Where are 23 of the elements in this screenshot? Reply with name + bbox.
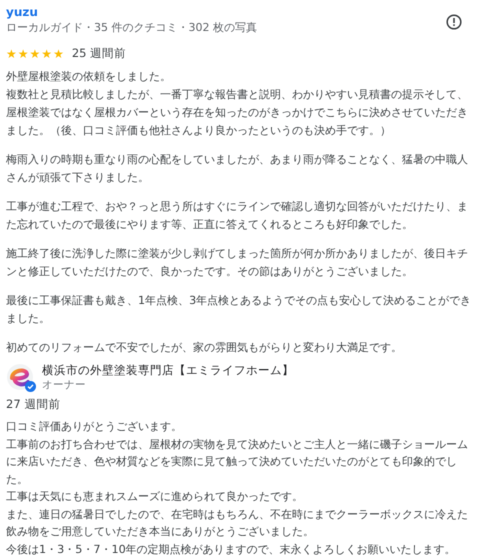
review-paragraph: 最後に工事保証書も戴き、1年点検、3年点検とあるようでその点も安心して決めることができました。 [6, 293, 472, 327]
reviewer-name[interactable]: yuzu [6, 4, 257, 20]
review-paragraph: 工事が進む工程で、おや？っと思う所はすぐにラインで確認し適切な回答がいただけたり、また忘れていたので最後にやります等、正直に答えてくれるところも好印象でした。 [6, 199, 469, 233]
star-icon: ★ [30, 48, 40, 60]
reply-paragraph: 工事前のお打ち合わせでは、屋根材の実物を見て決めたいとご主人と一緒に磯子ショールームに来店いただき、色や材質などを実際に見て触って決めていただいたのがとても印象的でした。 [6, 436, 469, 488]
review-paragraph: 施工終了後に洗浄した際に塗装が少し剥げてしまった箇所が何か所かありましたが、後日キチンと修正していただけたので、良かったです。その節はありがとうございました。 [6, 246, 469, 280]
reply-paragraph: 今後は1・3・5・7・10年の定期点検がありますので、末永くよろしくお願いいたします。 [6, 542, 457, 558]
review-paragraph: 複数社と見積比較しましたが、一番丁寧な報告書と説明、わかりやすい見積書の提示そして、屋根塗装ではなく屋根カバーという存在を知ったのがきっかけでこちらに決めさせていただきました。（後、口コミ評価も他社さんより良かったというのも決め手です。） [6, 87, 469, 139]
reply-paragraph: また、連日の猛暑日でしたので、在宅時はもちろん、不在時にまでクーラーボックスに冷えた飲み物をご用意していただき本当にありがとうございました。 [6, 506, 469, 540]
reply-paragraph: 口コミ評価ありがとうございます。 [6, 419, 183, 435]
reply-paragraph: 工事は天気にも恵まれスムーズに進められて良かったです。 [6, 489, 304, 505]
owner-name[interactable]: 横浜市の外壁塗装専門店【エミライフホーム】 [42, 362, 294, 378]
reply-time: 27 週間前 [6, 397, 62, 412]
owner-role: オーナー [42, 378, 87, 392]
review-paragraph: 梅雨入りの時期も重なり雨の心配をしていましたが、あまり雨が降ることなく、猛暑の中職人さんが頑張て下さりました。 [6, 152, 469, 186]
star-icon: ★ [41, 48, 52, 60]
reviewer-meta: ローカルガイド・35 件のクチコミ・302 枚の写真 [6, 20, 257, 36]
star-icon: ★ [6, 48, 17, 60]
star-icon: ★ [18, 48, 29, 60]
review-paragraph: 初めてのリフォームで不安でしたが、家の雰囲気もがらりと変わり大満足です。 [6, 340, 403, 356]
star-icon: ★ [53, 48, 64, 60]
review-time: 25 週間前 [72, 46, 126, 61]
review-paragraph: 外壁屋根塗装の依頼をしました。 [6, 69, 172, 85]
